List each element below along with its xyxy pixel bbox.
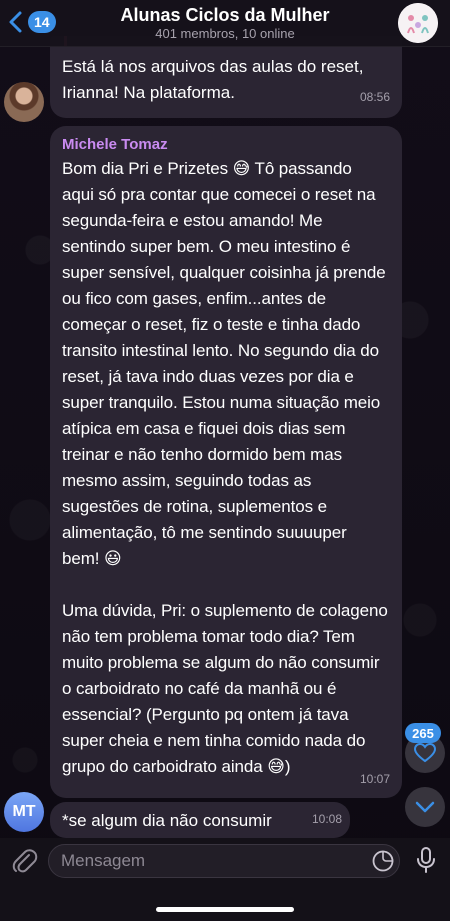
back-chevron-icon: [9, 11, 22, 33]
sticker-icon[interactable]: [372, 850, 394, 872]
sender-avatar[interactable]: MT: [4, 792, 44, 832]
message-text: Está lá nos arquivos das aulas do reset,…: [62, 57, 369, 102]
back-button[interactable]: 14: [6, 8, 56, 36]
group-logo-icon: [398, 3, 438, 43]
message-bubble[interactable]: Michele Tomaz Bom dia Pri e Prizetes 😅 T…: [50, 126, 402, 798]
group-avatar[interactable]: [398, 3, 438, 43]
chat-title-area[interactable]: Alunas Ciclos da Mulher 401 membros, 10 …: [70, 4, 380, 42]
message-text: Bom dia Pri e Prizetes 😅 Tô passando aqu…: [62, 159, 388, 776]
message-time: 10:07: [359, 772, 390, 786]
heart-icon: [414, 743, 436, 763]
microphone-icon[interactable]: [414, 846, 438, 876]
sender-avatar[interactable]: [4, 82, 44, 122]
attach-icon[interactable]: [10, 846, 38, 876]
message-input[interactable]: Mensagem: [48, 844, 400, 878]
reactions-count-badge: 265: [405, 723, 441, 743]
chat-header: 14 Alunas Ciclos da Mulher 401 membros, …: [0, 0, 450, 47]
message-time: 10:08: [311, 812, 342, 826]
chevron-down-icon: [415, 801, 435, 813]
chat-title: Alunas Ciclos da Mulher: [120, 5, 330, 25]
sender-name[interactable]: Michele Tomaz: [62, 134, 388, 156]
chat-subtitle: 401 membros, 10 online: [155, 26, 295, 41]
message-text: *se algum dia não consumir: [62, 811, 272, 830]
message-bubble[interactable]: Está lá nos arquivos das aulas do reset,…: [50, 36, 402, 118]
home-indicator: [156, 907, 294, 912]
message-time: 08:56: [359, 90, 390, 104]
unread-count-badge: 14: [28, 11, 56, 33]
message-bubble[interactable]: *se algum dia não consumir 10:08: [50, 802, 350, 838]
scroll-down-button[interactable]: [405, 787, 445, 827]
